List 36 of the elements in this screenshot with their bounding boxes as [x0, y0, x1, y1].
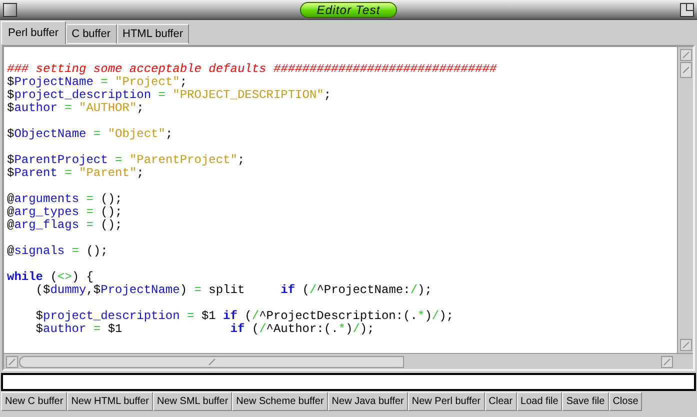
toolbar-button[interactable]: Clear — [484, 392, 517, 411]
maximize-button[interactable] — [680, 2, 694, 16]
tab[interactable]: HTML buffer — [116, 24, 190, 44]
toolbar-button[interactable]: New Perl buffer — [408, 392, 485, 411]
code-line: @arguments = (); — [7, 193, 122, 206]
tab[interactable]: Perl buffer — [1, 21, 66, 44]
toolbar-button[interactable]: New SML buffer — [153, 392, 232, 411]
toolbar-button[interactable]: Save file — [562, 392, 609, 411]
code-line: @arg_types = (); — [7, 206, 122, 219]
code-line: $author = "AUTHOR"; — [7, 102, 144, 115]
toolbar-button[interactable]: Load file — [516, 392, 562, 411]
vertical-scrollbar[interactable] — [677, 47, 693, 353]
horizontal-scrollbar[interactable] — [4, 353, 693, 369]
code-line: @arg_flags = (); — [7, 219, 122, 232]
toolbar-button[interactable]: New Scheme buffer — [232, 392, 328, 411]
code-line: ($dummy,$ProjectName) = split if (/^ProjectName:/); — [36, 284, 432, 297]
toolbar-button[interactable]: New HTML buffer — [67, 392, 153, 411]
code-line: $Parent = "Parent"; — [7, 167, 144, 180]
code-line: $project_description = $1 if (/^ProjectDescription:(.*)/); — [36, 310, 454, 323]
code-line: $ObjectName = "Object"; — [7, 128, 173, 141]
slash-icon — [206, 356, 216, 366]
code-line: @signals = (); — [7, 245, 108, 258]
toolbar-button[interactable]: Close — [608, 392, 642, 411]
code-line: $author = $1 if (/^Author:(.*)/); — [36, 323, 374, 336]
command-input-field[interactable] — [1, 373, 696, 391]
code-line: while (<>) { — [7, 271, 94, 284]
code-line: $ProjectName = "Project"; — [7, 76, 188, 89]
code-line: ### setting some acceptable defaults ############################### — [7, 63, 497, 76]
code-line: $project_description = "PROJECT_DESCRIPTION"; — [7, 89, 332, 102]
toolbar-button[interactable]: New C buffer — [1, 392, 68, 411]
code-line: $ParentProject = "ParentProject"; — [7, 154, 245, 167]
toolbar-button[interactable]: New Java buffer — [328, 392, 408, 411]
window-menu-button[interactable] — [3, 2, 17, 16]
slash-icon — [7, 356, 17, 366]
window-title: Editor Test — [300, 2, 398, 18]
tab[interactable]: C buffer — [66, 24, 116, 44]
